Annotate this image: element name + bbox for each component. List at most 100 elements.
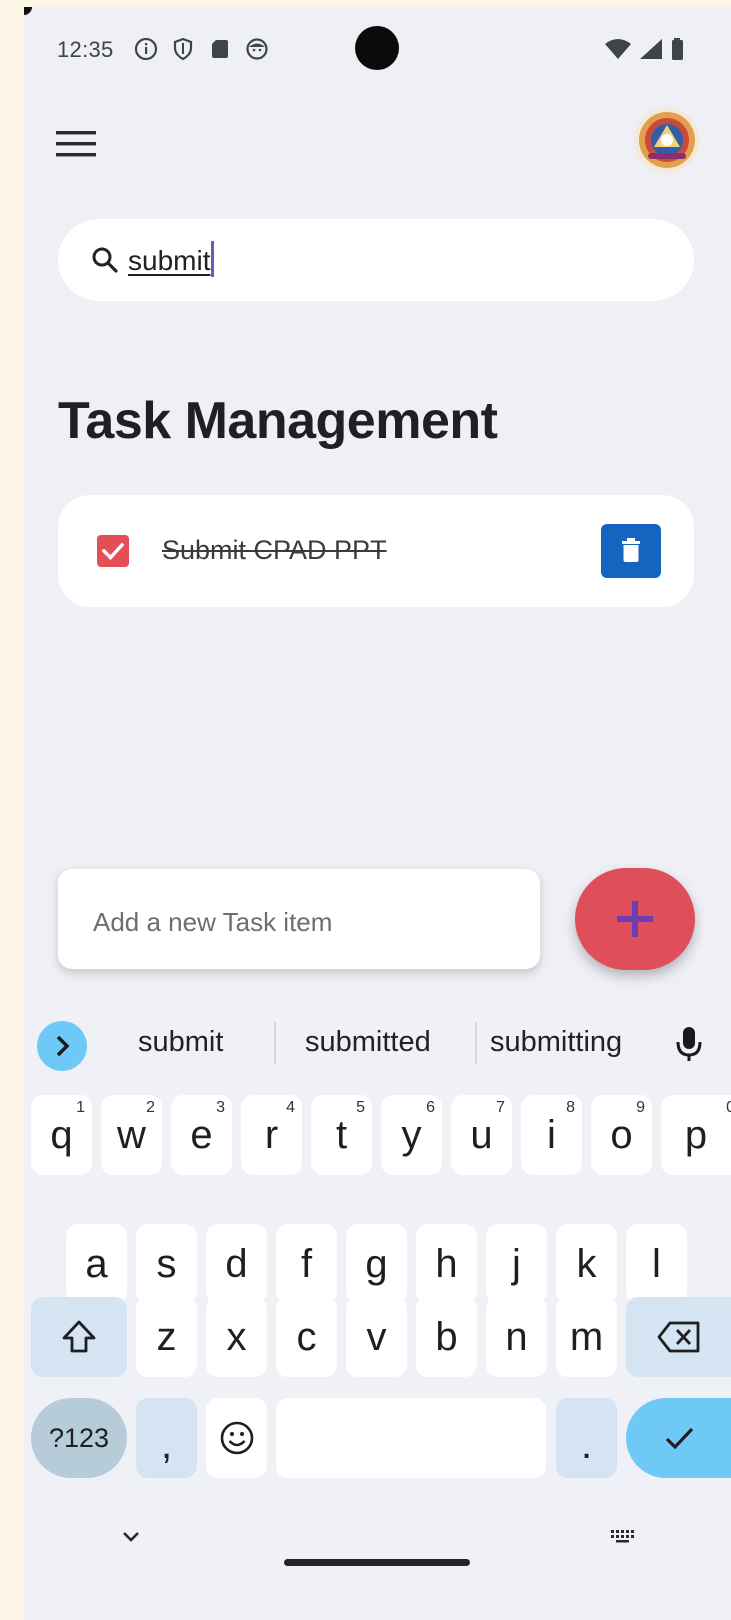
check-icon: [665, 1427, 693, 1450]
signal-icon: [638, 37, 664, 66]
key-i[interactable]: i8: [521, 1095, 582, 1175]
key-u[interactable]: u7: [451, 1095, 512, 1175]
space-key[interactable]: [276, 1398, 546, 1478]
suggestion-1[interactable]: submit: [138, 1026, 223, 1059]
key-e[interactable]: e3: [171, 1095, 232, 1175]
wifi-icon: [604, 37, 632, 66]
backspace-icon: [657, 1321, 699, 1353]
emoji-icon: [220, 1421, 253, 1455]
key-number-hint: 8: [566, 1099, 575, 1116]
page-title: Task Management: [58, 392, 498, 450]
key-char: w: [117, 1112, 146, 1157]
key-x[interactable]: x: [206, 1297, 267, 1377]
search-bar[interactable]: submit: [58, 219, 694, 301]
key-char: e: [190, 1112, 213, 1157]
status-system-icons: [604, 37, 686, 66]
menu-icon[interactable]: [54, 125, 98, 165]
new-task-input[interactable]: Add a new Task item: [58, 869, 540, 969]
key-number-hint: 9: [636, 1099, 645, 1116]
status-time: 12:35: [57, 37, 114, 62]
key-l[interactable]: l: [626, 1224, 687, 1304]
key-n[interactable]: n: [486, 1297, 547, 1377]
microphone-icon[interactable]: [674, 1024, 704, 1064]
status-notification-icons: [134, 37, 269, 61]
key-a[interactable]: a: [66, 1224, 127, 1304]
key-m[interactable]: m: [556, 1297, 617, 1377]
key-char: t: [335, 1112, 348, 1157]
emoji-key[interactable]: [206, 1398, 267, 1478]
key-number-hint: 2: [146, 1099, 155, 1116]
key-number-hint: 1: [76, 1099, 85, 1116]
key-char: q: [50, 1112, 73, 1157]
delete-button[interactable]: [601, 524, 661, 578]
key-p[interactable]: p0: [661, 1095, 731, 1175]
key-number-hint: 0: [726, 1099, 731, 1116]
plus-icon: [617, 901, 653, 937]
key-number-hint: 6: [426, 1099, 435, 1116]
key-char: u: [470, 1112, 493, 1157]
key-g[interactable]: g: [346, 1224, 407, 1304]
backspace-key[interactable]: [626, 1297, 731, 1377]
expand-toolbar-button[interactable]: [37, 1021, 87, 1071]
chevron-right-icon: [56, 1035, 70, 1057]
key-char: y: [401, 1112, 422, 1157]
key-j[interactable]: j: [486, 1224, 547, 1304]
camera-cutout: [355, 26, 399, 70]
key-char: p: [684, 1112, 708, 1157]
key-char: i: [547, 1112, 556, 1157]
phone-screen: 12:35 submit Task Management Submit CPAD…: [24, 7, 731, 1620]
search-input[interactable]: submit: [128, 240, 215, 277]
key-number-hint: 5: [356, 1099, 365, 1116]
key-r[interactable]: r4: [241, 1095, 302, 1175]
key-number-hint: 3: [216, 1099, 225, 1116]
key-h[interactable]: h: [416, 1224, 477, 1304]
battery-icon: [670, 37, 686, 66]
key-char: r: [264, 1112, 279, 1157]
text-cursor: [211, 240, 215, 277]
suggestion-divider: [475, 1022, 477, 1064]
search-icon: [90, 245, 120, 275]
key-z[interactable]: z: [136, 1297, 197, 1377]
symbols-key[interactable]: ?123: [31, 1398, 127, 1478]
new-task-placeholder: Add a new Task item: [93, 907, 333, 937]
key-d[interactable]: d: [206, 1224, 267, 1304]
key-c[interactable]: c: [276, 1297, 337, 1377]
avatar[interactable]: [634, 107, 700, 173]
task-checkbox[interactable]: [97, 535, 129, 567]
sd-card-icon: [208, 37, 232, 61]
shield-icon: [171, 37, 195, 61]
key-char: o: [610, 1112, 633, 1157]
enter-key[interactable]: [626, 1398, 731, 1478]
key-number-hint: 4: [286, 1099, 295, 1116]
key-t[interactable]: t5: [311, 1095, 372, 1175]
suggestion-3[interactable]: submitting: [490, 1026, 622, 1059]
shift-icon: [62, 1320, 96, 1353]
suggestion-strip: submit submitted submitting: [24, 1004, 731, 1086]
face-icon: [245, 37, 269, 61]
suggestion-divider: [274, 1022, 276, 1064]
hide-keyboard-icon[interactable]: [116, 1522, 146, 1552]
key-v[interactable]: v: [346, 1297, 407, 1377]
suggestion-2[interactable]: submitted: [305, 1026, 431, 1059]
key-k[interactable]: k: [556, 1224, 617, 1304]
key-y[interactable]: y6: [381, 1095, 442, 1175]
trash-icon: [622, 538, 640, 562]
info-icon: [134, 37, 158, 61]
key-number-hint: 7: [496, 1099, 505, 1116]
shift-key[interactable]: [31, 1297, 127, 1377]
keyboard-switch-icon[interactable]: [609, 1524, 639, 1550]
task-label: Submit CPAD PPT: [162, 535, 387, 565]
key-s[interactable]: s: [136, 1224, 197, 1304]
key-o[interactable]: o9: [591, 1095, 652, 1175]
comma-key[interactable]: ,: [136, 1398, 197, 1478]
add-task-button[interactable]: [575, 868, 695, 970]
keyboard: submit submitted submitting q1 w2 e3 r4 …: [24, 1004, 731, 1620]
key-b[interactable]: b: [416, 1297, 477, 1377]
key-q[interactable]: q1: [31, 1095, 92, 1175]
status-bar: 12:35: [24, 7, 731, 97]
key-f[interactable]: f: [276, 1224, 337, 1304]
key-w[interactable]: w2: [101, 1095, 162, 1175]
task-item[interactable]: Submit CPAD PPT: [58, 495, 694, 607]
home-indicator[interactable]: [284, 1559, 470, 1566]
period-key[interactable]: .: [556, 1398, 617, 1478]
